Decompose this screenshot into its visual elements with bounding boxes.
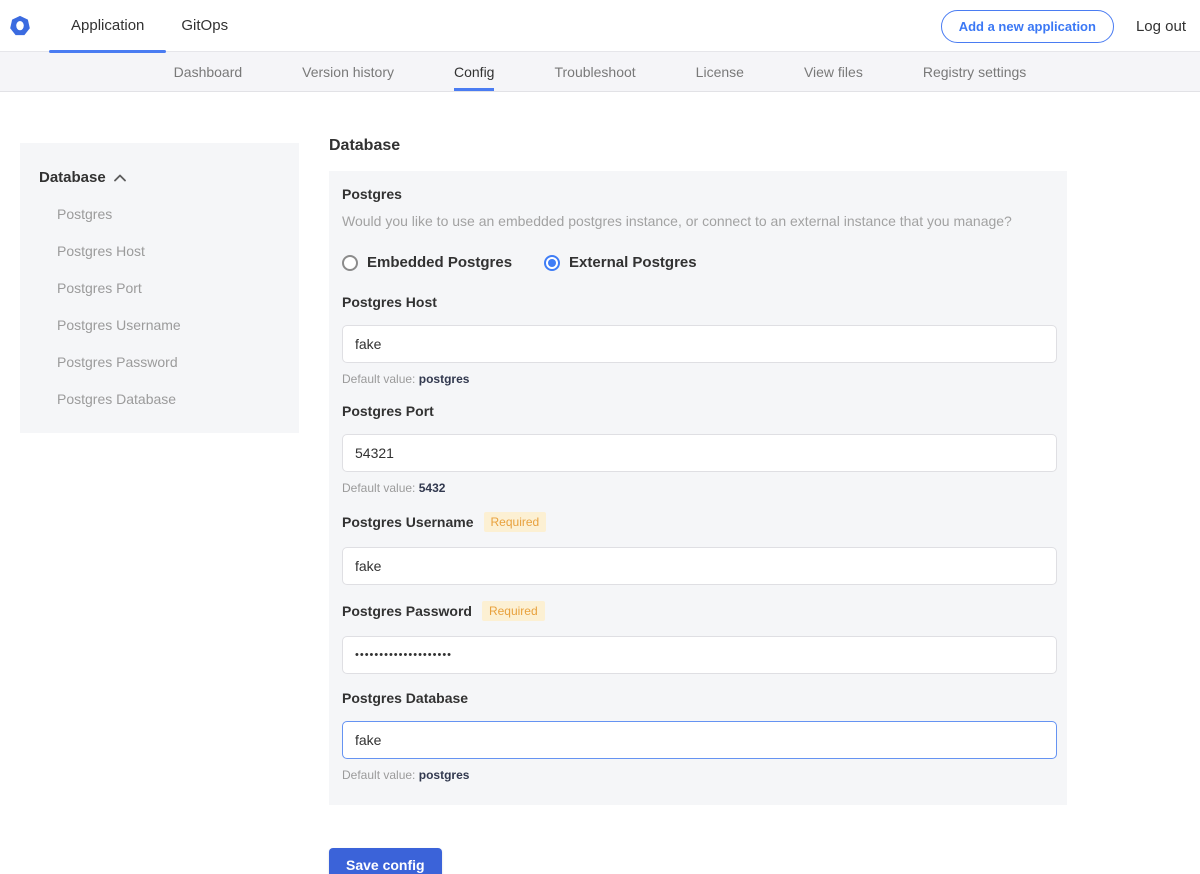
config-sidebar: Database Postgres Postgres Host Postgres… — [20, 143, 299, 433]
radio-unchecked-icon — [342, 255, 358, 271]
tab-gitops[interactable]: GitOps — [179, 0, 230, 51]
sidebar-item-postgres-port[interactable]: Postgres Port — [34, 280, 285, 296]
database-config-panel: Postgres Would you like to use an embedd… — [329, 171, 1067, 805]
page-title: Database — [329, 137, 1067, 155]
required-badge: Required — [484, 512, 547, 532]
sidebar-item-postgres-username[interactable]: Postgres Username — [34, 317, 285, 333]
config-main: Database Postgres Would you like to use … — [329, 137, 1067, 874]
field-label: Postgres Username — [342, 514, 474, 530]
default-value-helper: Default value: postgres — [342, 372, 1055, 386]
subnav-tab-version-history[interactable]: Version history — [302, 52, 394, 91]
app-subnav: Dashboard Version history Config Trouble… — [0, 52, 1200, 92]
subnav-tab-config[interactable]: Config — [454, 52, 494, 91]
top-navbar: Application GitOps Add a new application… — [0, 0, 1200, 52]
field-postgres-username: Postgres Username Required — [342, 512, 1055, 585]
subnav-tab-troubleshoot[interactable]: Troubleshoot — [554, 52, 635, 91]
subnav-tab-license[interactable]: License — [696, 52, 744, 91]
postgres-username-input[interactable] — [342, 547, 1057, 585]
default-value-helper: Default value: postgres — [342, 768, 1055, 782]
postgres-host-input[interactable] — [342, 325, 1057, 363]
postgres-group-description: Would you like to use an embedded postgr… — [342, 213, 1055, 229]
field-postgres-port: Postgres Port Default value: 5432 — [342, 403, 1055, 495]
app-logo-icon[interactable] — [9, 15, 31, 37]
field-label: Postgres Port — [342, 403, 434, 419]
save-config-button[interactable]: Save config — [329, 848, 442, 874]
sidebar-item-postgres-password[interactable]: Postgres Password — [34, 354, 285, 370]
radio-checked-icon — [544, 255, 560, 271]
subnav-tab-dashboard[interactable]: Dashboard — [174, 52, 243, 91]
logout-link[interactable]: Log out — [1136, 18, 1186, 35]
field-label: Postgres Database — [342, 690, 468, 706]
default-value-helper: Default value: 5432 — [342, 481, 1055, 495]
tab-application[interactable]: Application — [69, 0, 146, 51]
chevron-up-icon — [114, 174, 126, 182]
sidebar-item-postgres-host[interactable]: Postgres Host — [34, 243, 285, 259]
kots-logo-icon — [9, 15, 31, 37]
required-badge: Required — [482, 601, 545, 621]
field-label: Postgres Host — [342, 294, 437, 310]
radio-embedded-postgres[interactable]: Embedded Postgres — [342, 254, 512, 271]
sidebar-item-postgres[interactable]: Postgres — [34, 206, 285, 222]
tab-application-label: Application — [71, 17, 144, 34]
field-postgres-host: Postgres Host Default value: postgres — [342, 294, 1055, 386]
field-postgres-password: Postgres Password Required — [342, 601, 1055, 674]
active-tab-underline — [49, 50, 166, 53]
sidebar-group-database[interactable]: Database — [34, 169, 285, 186]
field-postgres-database: Postgres Database Default value: postgre… — [342, 690, 1055, 782]
add-new-application-button[interactable]: Add a new application — [941, 10, 1114, 43]
postgres-password-input[interactable] — [342, 636, 1057, 674]
postgres-database-input[interactable] — [342, 721, 1057, 759]
primary-tabs: Application GitOps — [69, 0, 263, 51]
tab-gitops-label: GitOps — [181, 17, 228, 34]
subnav-tab-registry-settings[interactable]: Registry settings — [923, 52, 1026, 91]
postgres-group-label: Postgres — [342, 186, 1055, 202]
sidebar-item-postgres-database[interactable]: Postgres Database — [34, 391, 285, 407]
postgres-mode-radio-group: Embedded Postgres External Postgres — [342, 254, 1055, 271]
radio-external-postgres[interactable]: External Postgres — [544, 254, 697, 271]
config-page: Database Postgres Postgres Host Postgres… — [0, 92, 1200, 873]
subnav-tab-view-files[interactable]: View files — [804, 52, 863, 91]
field-label: Postgres Password — [342, 603, 472, 619]
topnav-right: Add a new application Log out — [941, 0, 1186, 52]
postgres-port-input[interactable] — [342, 434, 1057, 472]
sidebar-group-label: Database — [39, 169, 106, 186]
sidebar-items: Postgres Postgres Host Postgres Port Pos… — [34, 206, 285, 407]
